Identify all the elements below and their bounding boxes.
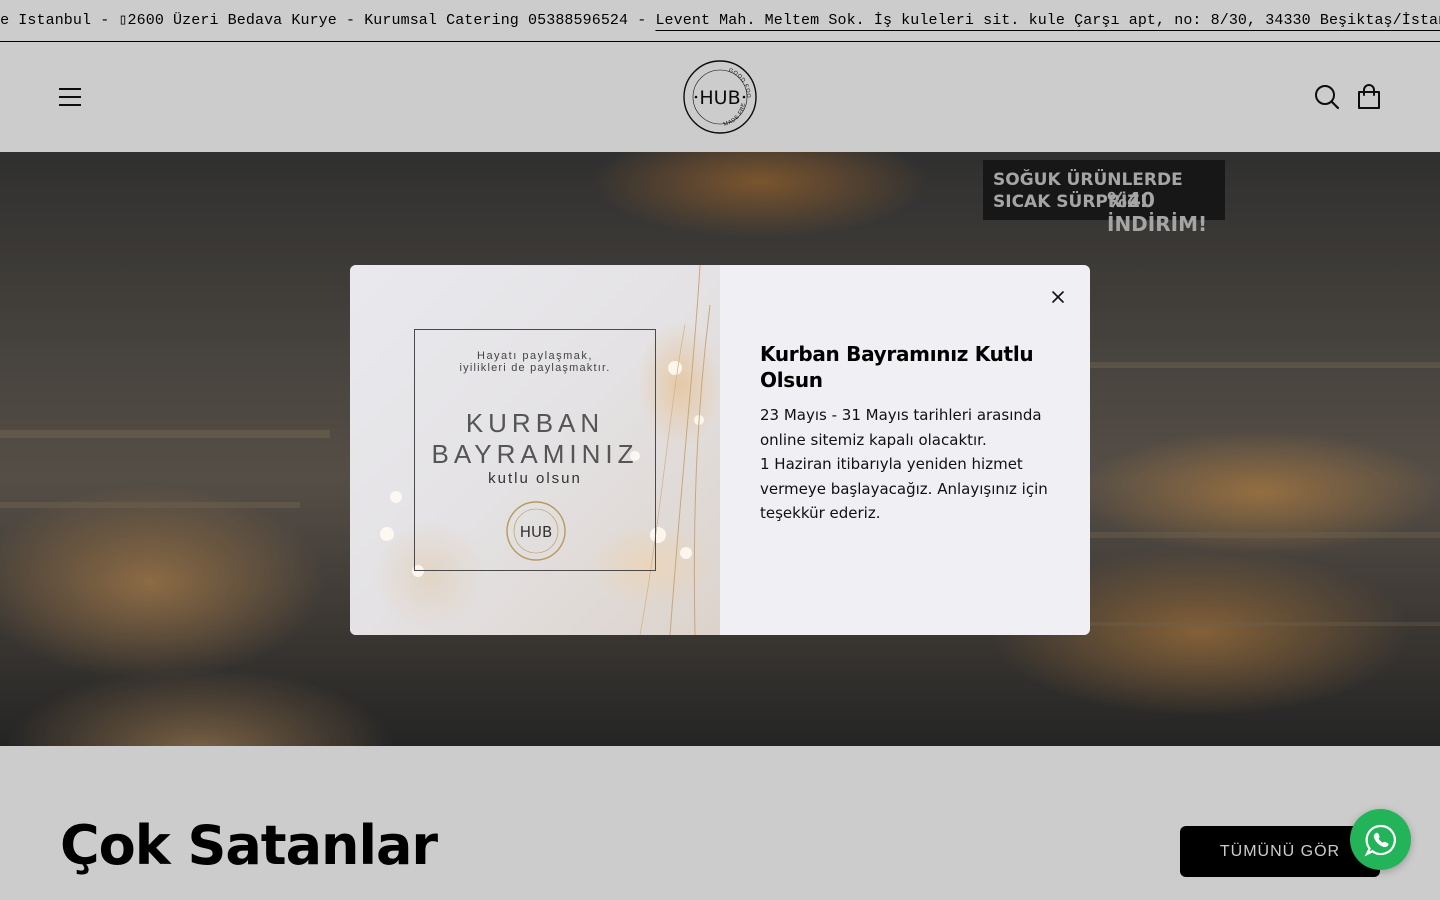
popup-paragraph-2: 1 Haziran itibarıyla yeniden hizmet verm… xyxy=(760,455,1048,522)
popup-content: Kurban Bayramınız Kutlu Olsun 23 Mayıs -… xyxy=(760,341,1050,526)
holiday-popup: Hayatı paylaşmak, iyilikleri de paylaşma… xyxy=(350,265,1090,635)
greeting-headline-2: BAYRAMINIZ xyxy=(431,439,639,469)
greeting-tagline-1: Hayatı paylaşmak, xyxy=(477,350,593,362)
greeting-logo-text: HUB xyxy=(520,523,553,541)
popup-message: 23 Mayıs - 31 Mayıs tarihleri arasında o… xyxy=(760,403,1050,526)
greeting-hub-logo: HUB xyxy=(506,501,566,561)
greeting-subline: kutlu olsun xyxy=(488,470,582,487)
whatsapp-button[interactable] xyxy=(1350,809,1411,870)
close-icon[interactable] xyxy=(1048,287,1068,307)
whatsapp-icon xyxy=(1364,824,1396,856)
popup-image: Hayatı paylaşmak, iyilikleri de paylaşma… xyxy=(350,265,720,635)
popup-paragraph-1: 23 Mayıs - 31 Mayıs tarihleri arasında o… xyxy=(760,406,1042,449)
greeting-card: Hayatı paylaşmak, iyilikleri de paylaşma… xyxy=(414,329,656,571)
greeting-tagline-2: iyilikleri de paylaşmaktır. xyxy=(459,362,611,374)
greeting-headline-1: KURBAN xyxy=(465,408,605,438)
popup-title: Kurban Bayramınız Kutlu Olsun xyxy=(760,342,1034,392)
